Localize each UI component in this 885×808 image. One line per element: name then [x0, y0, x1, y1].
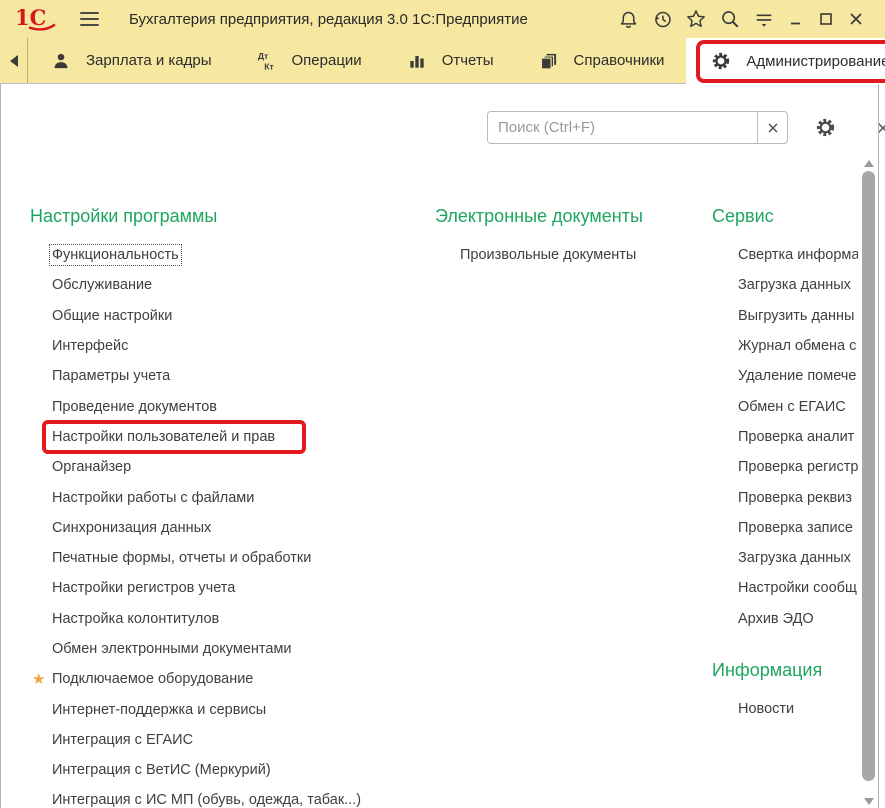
vertical-scrollbar[interactable]: [861, 160, 876, 805]
tab-directories[interactable]: Справочники: [516, 38, 687, 83]
app-window: 1С Бухгалтерия предприятия, редакция 3.0…: [0, 0, 885, 808]
settings-link[interactable]: Журнал обмена с: [712, 331, 858, 361]
settings-link[interactable]: ★ Органайзер: [30, 452, 435, 482]
settings-link[interactable]: ★ Интеграция с ВетИС (Меркурий): [30, 755, 435, 785]
scroll-down-icon[interactable]: [864, 798, 874, 805]
settings-link[interactable]: ★ Проведение документов: [30, 391, 435, 421]
back-button[interactable]: [0, 38, 28, 83]
settings-link[interactable]: Обмен с ЕГАИС: [712, 391, 858, 421]
settings-link[interactable]: ★ Подключаемое оборудование: [30, 664, 435, 694]
settings-link[interactable]: ★ Интернет-поддержка и сервисы: [30, 694, 435, 724]
settings-link[interactable]: ★ Настройки пользователей и прав: [30, 422, 435, 452]
dt-kt-icon: ДтКт: [256, 50, 278, 72]
information-list: Новости: [712, 694, 858, 724]
settings-link[interactable]: Проверка записе: [712, 513, 858, 543]
back-arrow-icon: [10, 55, 18, 67]
settings-link[interactable]: Архив ЭДО: [712, 604, 858, 634]
favorites-star-icon[interactable]: [679, 4, 713, 34]
settings-link[interactable]: Удаление помече: [712, 361, 858, 391]
tab-administration[interactable]: Администрирование: [686, 38, 885, 84]
section-title: Сервис: [712, 206, 858, 227]
section-title: Электронные документы: [435, 206, 675, 227]
svg-text:Кт: Кт: [264, 61, 274, 71]
tab-label: Отчеты: [442, 52, 494, 69]
window-left-edge: [0, 84, 1, 808]
settings-link[interactable]: Проверка реквиз: [712, 482, 858, 512]
section-program-settings: Настройки программы ★ Функциональность ★…: [30, 206, 435, 808]
quick-menu-icon[interactable]: [747, 4, 781, 34]
svg-text:Дт: Дт: [257, 51, 268, 61]
tab-salary-and-hr[interactable]: Зарплата и кадры: [28, 38, 234, 83]
settings-link[interactable]: Выгрузить данны: [712, 301, 858, 331]
window-right-edge: [878, 84, 879, 808]
history-icon[interactable]: [645, 4, 679, 34]
settings-link[interactable]: ★ Обмен электронными документами: [30, 634, 435, 664]
maximize-button[interactable]: [811, 4, 841, 34]
settings-link[interactable]: Проверка аналит: [712, 422, 858, 452]
section-service: Сервис Свертка информац Загрузка данных …: [712, 206, 858, 724]
window-title: Бухгалтерия предприятия, редакция 3.0 1С…: [129, 11, 528, 28]
settings-link[interactable]: Произвольные документы: [435, 240, 675, 270]
settings-link[interactable]: ★ Обслуживание: [30, 270, 435, 300]
settings-link[interactable]: ★ Интеграция с ЕГАИС: [30, 725, 435, 755]
search-box: [487, 111, 788, 144]
gear-icon: [710, 50, 732, 72]
close-button[interactable]: [841, 4, 871, 34]
scrollbar-thumb[interactable]: [862, 171, 875, 781]
tab-reports[interactable]: Отчеты: [384, 38, 516, 83]
tab-label: Зарплата и кадры: [86, 52, 212, 69]
panel-close-icon[interactable]: [868, 113, 885, 143]
minimize-button[interactable]: [781, 4, 811, 34]
person-icon: [50, 50, 72, 72]
settings-link[interactable]: Настройки сообщ: [712, 573, 858, 603]
electronic-documents-list: Произвольные документы: [435, 240, 675, 270]
tab-label: Администрирование: [746, 53, 885, 70]
settings-link[interactable]: ★ Параметры учета: [30, 361, 435, 391]
program-settings-list: ★ Функциональность ★ Обслуживание ★ Общи…: [30, 240, 435, 808]
settings-link[interactable]: ★ Настройки работы с файлами: [30, 482, 435, 512]
search-input[interactable]: [488, 112, 757, 143]
settings-link[interactable]: Загрузка данных: [712, 270, 858, 300]
settings-link[interactable]: ★ Интерфейс: [30, 331, 435, 361]
tab-label: Справочники: [574, 52, 665, 69]
books-icon: [538, 50, 560, 72]
settings-link[interactable]: ★ Настройки регистров учета: [30, 573, 435, 603]
1c-logo-icon: 1С: [14, 3, 58, 36]
search-clear-icon[interactable]: [757, 112, 787, 143]
settings-link[interactable]: ★ Печатные формы, отчеты и обработки: [30, 543, 435, 573]
main-menu-icon[interactable]: [76, 8, 103, 30]
tab-label: Операции: [292, 52, 362, 69]
settings-link[interactable]: ★ Синхронизация данных: [30, 513, 435, 543]
search-row: [487, 111, 885, 144]
notifications-bell-icon[interactable]: [611, 4, 645, 34]
settings-link[interactable]: Новости: [712, 694, 858, 724]
section-tab-bar: Зарплата и кадры ДтКт Операции Отчеты Сп…: [0, 38, 885, 84]
section-title-information: Информация: [712, 660, 858, 681]
settings-link[interactable]: ★ Общие настройки: [30, 301, 435, 331]
favorite-star-icon: ★: [32, 670, 45, 688]
settings-link[interactable]: ★ Интеграция с ИС МП (обувь, одежда, таб…: [30, 785, 435, 808]
settings-link[interactable]: Проверка регистр: [712, 452, 858, 482]
section-electronic-documents: Электронные документы Произвольные докум…: [435, 206, 675, 270]
search-icon[interactable]: [713, 4, 747, 34]
title-bar: 1С Бухгалтерия предприятия, редакция 3.0…: [0, 0, 885, 38]
bar-chart-icon: [406, 50, 428, 72]
panel-settings-gear-icon[interactable]: [810, 113, 840, 143]
section-title: Настройки программы: [30, 206, 435, 227]
administration-panel: Настройки программы ★ Функциональность ★…: [0, 84, 885, 808]
svg-text:1С: 1С: [15, 5, 46, 30]
settings-link[interactable]: ★ Настройка колонтитулов: [30, 604, 435, 634]
tab-operations[interactable]: ДтКт Операции: [234, 38, 384, 83]
scroll-up-icon[interactable]: [864, 160, 874, 167]
settings-link[interactable]: Загрузка данных: [712, 543, 858, 573]
settings-link[interactable]: Свертка информац: [712, 240, 858, 270]
settings-link[interactable]: ★ Функциональность: [30, 240, 435, 270]
service-list: Свертка информац Загрузка данных Выгрузи…: [712, 240, 858, 634]
